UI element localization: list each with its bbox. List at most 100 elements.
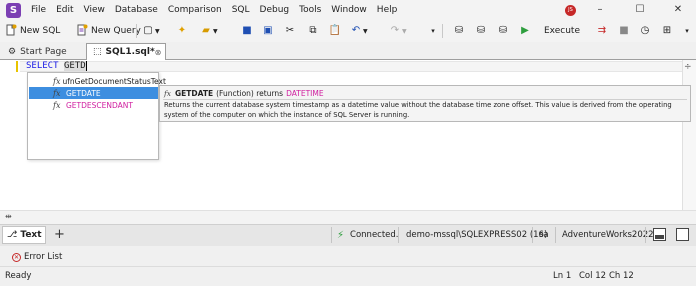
open-folder-icon: ▰: [202, 25, 210, 36]
dropdown-arrow-icon: ▼: [155, 27, 160, 35]
tooltip-signature: (Function) returns: [216, 88, 284, 98]
typed-text: GETD: [63, 61, 86, 71]
function-icon: fx: [164, 88, 172, 98]
horizontal-scrollbar[interactable]: ⇹: [0, 210, 696, 224]
menu-database[interactable]: Database: [110, 0, 163, 20]
execute-label: Execute: [544, 26, 580, 36]
modified-line-marker: [16, 61, 18, 72]
char-number: Ch 12: [609, 271, 634, 281]
tab-text[interactable]: ⎇ Text: [2, 226, 46, 244]
tab-text-label: Text: [20, 230, 42, 240]
open-button[interactable]: ▰ ▼: [199, 22, 217, 40]
maximize-editor-icon[interactable]: [676, 228, 689, 241]
save-all-icon: ▣: [263, 25, 273, 36]
tooltip-return-type: DATETIME: [286, 88, 324, 98]
execution-plan-button[interactable]: ⊞: [660, 22, 674, 40]
error-list-label: Error List: [24, 252, 63, 262]
line-number: Ln 1: [553, 271, 572, 281]
error-icon: ✕: [12, 252, 21, 262]
connection-status: ⚡ Connected.: [337, 224, 399, 246]
new-file-button[interactable]: ✦: [175, 22, 189, 40]
paste-button[interactable]: 📋: [328, 22, 342, 40]
toolbar-more-button[interactable]: ▾: [680, 22, 694, 40]
copy-icon: ⧉: [309, 25, 317, 36]
execution-plan-icon: ⊞: [662, 25, 672, 36]
dropdown-arrow-icon: ▼: [402, 27, 407, 35]
code-line[interactable]: SELECT GETD: [26, 60, 87, 72]
stop-icon: ■: [619, 25, 629, 36]
user-avatar[interactable]: JS: [565, 5, 576, 16]
stop-button[interactable]: ■: [617, 22, 631, 40]
database-switch-button[interactable]: ⛁: [474, 22, 488, 40]
tab-start-page[interactable]: ⚙ Start Page: [2, 43, 84, 60]
database-options-button[interactable]: ⛁: [496, 22, 510, 40]
menu-bar: File Edit View Database Comparison SQL D…: [26, 0, 402, 20]
undo-icon: ↶: [351, 25, 361, 36]
play-icon: ▶: [521, 25, 529, 36]
execute-current-icon: ⇉: [597, 25, 607, 36]
redo-button[interactable]: ↷ ▼: [388, 22, 407, 40]
history-button[interactable]: ◷: [638, 22, 652, 40]
column-number: Col 12: [579, 271, 607, 281]
dropdown-arrow-icon: ▼: [363, 27, 368, 35]
new-query-button[interactable]: New Query: [75, 22, 141, 40]
split-handle-icon[interactable]: ⇹: [5, 212, 12, 221]
menu-file[interactable]: File: [26, 0, 51, 20]
overflow-icon: ▾: [431, 27, 435, 35]
add-tab-button[interactable]: +: [54, 226, 66, 244]
split-editor-icon[interactable]: ÷: [684, 62, 694, 72]
tab-sql1[interactable]: ⬚ SQL1.sql* ⊗: [86, 43, 166, 60]
new-document-button[interactable]: ▢ ▼: [141, 22, 160, 40]
minimize-button[interactable]: –: [586, 0, 614, 20]
toolbar-separator: [136, 24, 137, 38]
current-line-highlight: [20, 61, 682, 72]
completion-item[interactable]: fx GETDESCENDANT: [29, 99, 158, 111]
database-refresh-icon: ⛁: [476, 25, 486, 36]
execute-current-button[interactable]: ⇉: [595, 22, 609, 40]
copy-button[interactable]: ⧉: [306, 22, 320, 40]
completion-item-label: GETDESCENDANT: [66, 100, 133, 110]
menu-debug[interactable]: Debug: [255, 0, 295, 20]
database-connect-button[interactable]: ⛁: [452, 22, 466, 40]
maximize-button[interactable]: ☐: [626, 0, 654, 20]
completion-item[interactable]: fx ufnGetDocumentStatusText: [29, 75, 166, 87]
function-icon: fx: [53, 88, 61, 98]
cut-button[interactable]: ✂: [283, 22, 297, 40]
menu-help[interactable]: Help: [372, 0, 403, 20]
menu-window[interactable]: Window: [326, 0, 372, 20]
close-button[interactable]: ✕: [664, 0, 692, 20]
database-name[interactable]: AdventureWorks2022: [562, 224, 654, 246]
status-separator: [555, 227, 556, 243]
menu-sql[interactable]: SQL: [227, 0, 255, 20]
vertical-scrollbar[interactable]: [682, 60, 696, 210]
close-tab-icon[interactable]: ⊗: [155, 48, 162, 57]
status-separator: [398, 227, 399, 243]
server-name[interactable]: demo-mssql\SQLEXPRESS02 (16): [406, 224, 547, 246]
menu-tools[interactable]: Tools: [294, 0, 326, 20]
completion-item-label: ufnGetDocumentStatusText: [62, 76, 166, 86]
save-all-button[interactable]: ▣: [261, 22, 275, 40]
new-sql-button[interactable]: New SQL: [4, 22, 60, 40]
tooltip-header: fx GETDATE (Function) returns DATETIME: [164, 88, 324, 98]
toggle-results-panel-icon[interactable]: [653, 228, 666, 241]
login-user[interactable]: sa: [539, 224, 549, 246]
menu-comparison[interactable]: Comparison: [163, 0, 227, 20]
connection-state: Connected.: [350, 230, 399, 240]
save-icon: ■: [242, 25, 252, 36]
undo-button[interactable]: ↶ ▼: [349, 22, 368, 40]
completion-item-selected[interactable]: fx GETDATE: [29, 87, 158, 99]
function-tooltip: fx GETDATE (Function) returns DATETIME R…: [159, 85, 691, 122]
new-query-icon: [75, 24, 89, 38]
tab-label: SQL1.sql*: [105, 47, 155, 57]
menu-view[interactable]: View: [79, 0, 110, 20]
menu-edit[interactable]: Edit: [51, 0, 78, 20]
toolbar-more-button[interactable]: ▾: [426, 22, 440, 40]
error-list-tab[interactable]: ✕ Error List: [12, 251, 62, 263]
status-separator: [645, 227, 646, 243]
execute-button[interactable]: ▶ Execute: [518, 22, 580, 40]
sql-keyword: SELECT: [26, 61, 59, 71]
completion-item-label: GETDATE: [66, 88, 101, 98]
completion-list: fx ufnGetDocumentStatusText fx GETDATE f…: [27, 72, 166, 160]
text-caret: [85, 60, 87, 71]
save-button[interactable]: ■: [240, 22, 254, 40]
